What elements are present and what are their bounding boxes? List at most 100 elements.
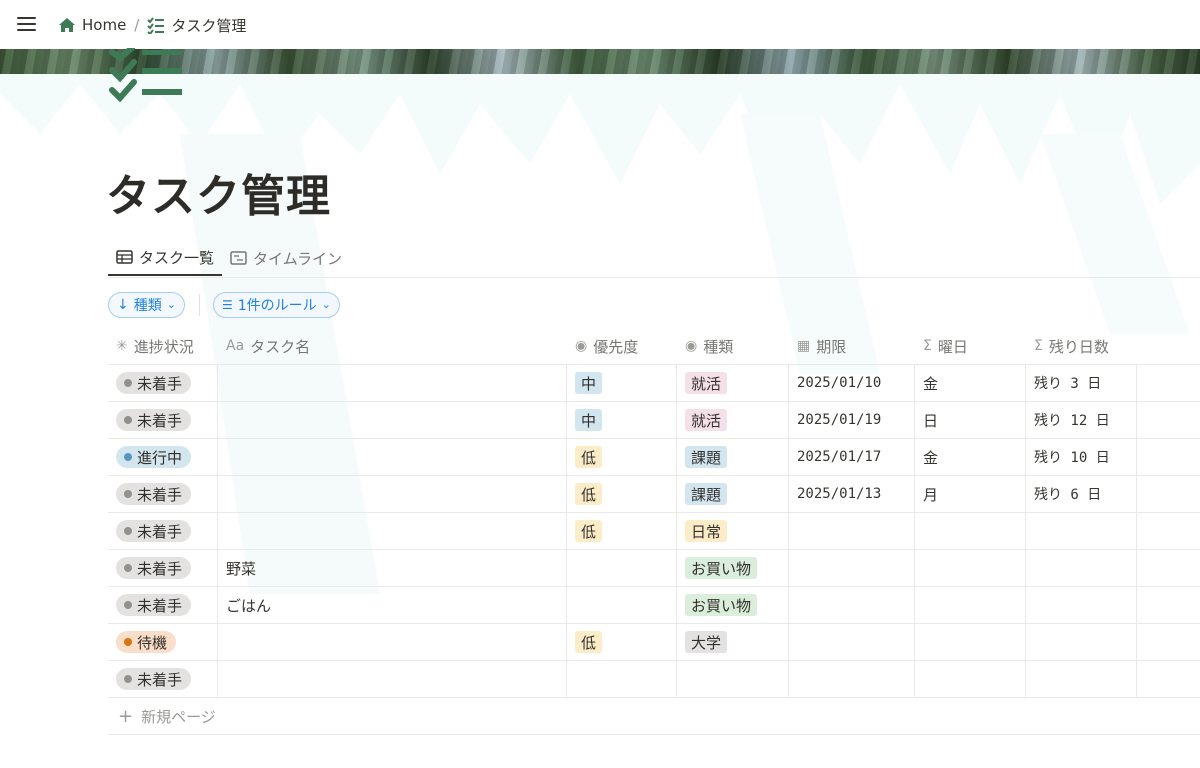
table-row[interactable]: 待機 低 大学 — [108, 624, 1200, 661]
type-tag[interactable]: お買い物 — [685, 594, 758, 616]
cell-priority[interactable]: 中 — [567, 365, 677, 401]
type-tag[interactable]: 就活 — [685, 372, 728, 394]
column-priority[interactable]: ◉ 優先度 — [567, 328, 677, 364]
cell-status[interactable]: 未着手 — [108, 402, 218, 438]
priority-tag[interactable]: 低 — [575, 446, 603, 468]
cell-task-name[interactable] — [218, 365, 567, 401]
table-row[interactable]: 進行中 低 課題 2025/01/17 金 残り 10 日 — [108, 439, 1200, 476]
priority-tag[interactable]: 低 — [575, 483, 603, 505]
cell-type[interactable]: 大学 — [677, 624, 789, 660]
type-tag[interactable]: お買い物 — [685, 557, 758, 579]
table-row[interactable]: 未着手 野菜 お買い物 — [108, 550, 1200, 587]
cell-status[interactable]: 待機 — [108, 624, 218, 660]
cell-priority[interactable] — [567, 587, 677, 623]
cell-status[interactable]: 未着手 — [108, 587, 218, 623]
cell-priority[interactable]: 低 — [567, 476, 677, 512]
cell-status[interactable]: 未着手 — [108, 513, 218, 549]
cell-type[interactable]: お買い物 — [677, 587, 789, 623]
status-badge[interactable]: 未着手 — [116, 409, 192, 431]
type-tag[interactable]: 日常 — [685, 520, 728, 542]
cell-type[interactable]: 就活 — [677, 365, 789, 401]
cell-deadline[interactable]: 2025/01/19 — [789, 402, 915, 438]
table-row[interactable]: 未着手 低 課題 2025/01/13 月 残り 6 日 — [108, 476, 1200, 513]
status-badge[interactable]: 待機 — [116, 631, 177, 653]
tab-timeline[interactable]: タイムライン — [222, 240, 350, 276]
status-badge[interactable]: 未着手 — [116, 520, 192, 542]
cell-priority[interactable] — [567, 550, 677, 586]
column-task-name[interactable]: Aa タスク名 — [218, 328, 567, 364]
cell-deadline[interactable]: 2025/01/17 — [789, 439, 915, 475]
type-tag[interactable]: 就活 — [685, 409, 728, 431]
cell-priority[interactable] — [567, 661, 677, 697]
cell-task-name[interactable] — [218, 402, 567, 438]
cell-status[interactable]: 未着手 — [108, 365, 218, 401]
cell-task-name[interactable] — [218, 624, 567, 660]
cell-remaining-days — [1026, 661, 1137, 697]
cell-priority[interactable]: 低 — [567, 439, 677, 475]
cell-deadline[interactable] — [789, 513, 915, 549]
table-row[interactable]: 未着手 — [108, 661, 1200, 698]
cell-deadline[interactable]: 2025/01/10 — [789, 365, 915, 401]
status-badge[interactable]: 未着手 — [116, 372, 192, 394]
table-row[interactable]: 未着手 低 日常 — [108, 513, 1200, 550]
column-type[interactable]: ◉ 種類 — [677, 328, 789, 364]
cell-task-name[interactable] — [218, 513, 567, 549]
cell-deadline[interactable]: 2025/01/13 — [789, 476, 915, 512]
table-row[interactable]: 未着手 中 就活 2025/01/19 日 残り 12 日 — [108, 402, 1200, 439]
breadcrumb-home[interactable]: Home — [54, 16, 130, 34]
cell-remaining-days: 残り 12 日 — [1026, 402, 1137, 438]
cell-status[interactable]: 進行中 — [108, 439, 218, 475]
cell-priority[interactable]: 低 — [567, 513, 677, 549]
cell-task-name[interactable] — [218, 439, 567, 475]
cell-type[interactable]: 日常 — [677, 513, 789, 549]
column-remaining-days-label: 残り日数 — [1048, 337, 1109, 356]
status-label: 未着手 — [137, 374, 183, 393]
cell-status[interactable]: 未着手 — [108, 661, 218, 697]
cell-type[interactable] — [677, 661, 789, 697]
status-badge[interactable]: 未着手 — [116, 557, 192, 579]
type-tag[interactable]: 課題 — [685, 446, 728, 468]
cell-task-name[interactable] — [218, 476, 567, 512]
priority-tag[interactable]: 低 — [575, 631, 603, 653]
status-badge[interactable]: 未着手 — [116, 594, 192, 616]
column-weekday[interactable]: Σ 曜日 — [915, 328, 1026, 364]
column-status[interactable]: ✳ 進捗状況 — [108, 328, 218, 364]
new-page-button[interactable]: + 新規ページ — [108, 698, 1200, 735]
rule-chip[interactable]: ☰ 1件のルール ⌄ — [212, 291, 340, 318]
cell-status[interactable]: 未着手 — [108, 476, 218, 512]
status-badge[interactable]: 進行中 — [116, 446, 192, 468]
column-deadline[interactable]: ▦ 期限 — [789, 328, 915, 364]
status-badge[interactable]: 未着手 — [116, 483, 192, 505]
cell-status[interactable]: 未着手 — [108, 550, 218, 586]
priority-tag[interactable]: 中 — [575, 409, 603, 431]
status-badge[interactable]: 未着手 — [116, 668, 192, 690]
priority-tag[interactable]: 低 — [575, 520, 603, 542]
formula-icon: Σ — [1034, 338, 1043, 354]
cell-deadline[interactable] — [789, 661, 915, 697]
cell-spacer — [1137, 624, 1200, 660]
tab-task-list[interactable]: タスク一覧 — [108, 240, 223, 276]
cell-priority[interactable]: 低 — [567, 624, 677, 660]
table-row[interactable]: 未着手 中 就活 2025/01/10 金 残り 3 日 — [108, 365, 1200, 402]
cell-type[interactable]: 課題 — [677, 439, 789, 475]
column-remaining-days[interactable]: Σ 残り日数 — [1026, 328, 1137, 364]
cell-task-name[interactable]: ごはん — [218, 587, 567, 623]
cell-deadline[interactable] — [789, 587, 915, 623]
cell-type[interactable]: 課題 — [677, 476, 789, 512]
cell-type[interactable]: お買い物 — [677, 550, 789, 586]
cell-type[interactable]: 就活 — [677, 402, 789, 438]
table-row[interactable]: 未着手 ごはん お買い物 — [108, 587, 1200, 624]
cell-task-name[interactable] — [218, 661, 567, 697]
cell-weekday — [915, 550, 1026, 586]
cell-deadline[interactable] — [789, 624, 915, 660]
menu-icon[interactable] — [17, 15, 37, 33]
priority-tag[interactable]: 中 — [575, 372, 603, 394]
breadcrumb-current[interactable]: タスク管理 — [143, 15, 250, 36]
sort-chip[interactable]: ↓ 種類 ⌄ — [108, 291, 185, 318]
cell-priority[interactable]: 中 — [567, 402, 677, 438]
deadline-value: 2025/01/17 — [797, 449, 882, 465]
cell-task-name[interactable]: 野菜 — [218, 550, 567, 586]
type-tag[interactable]: 大学 — [685, 631, 728, 653]
type-tag[interactable]: 課題 — [685, 483, 728, 505]
cell-deadline[interactable] — [789, 550, 915, 586]
